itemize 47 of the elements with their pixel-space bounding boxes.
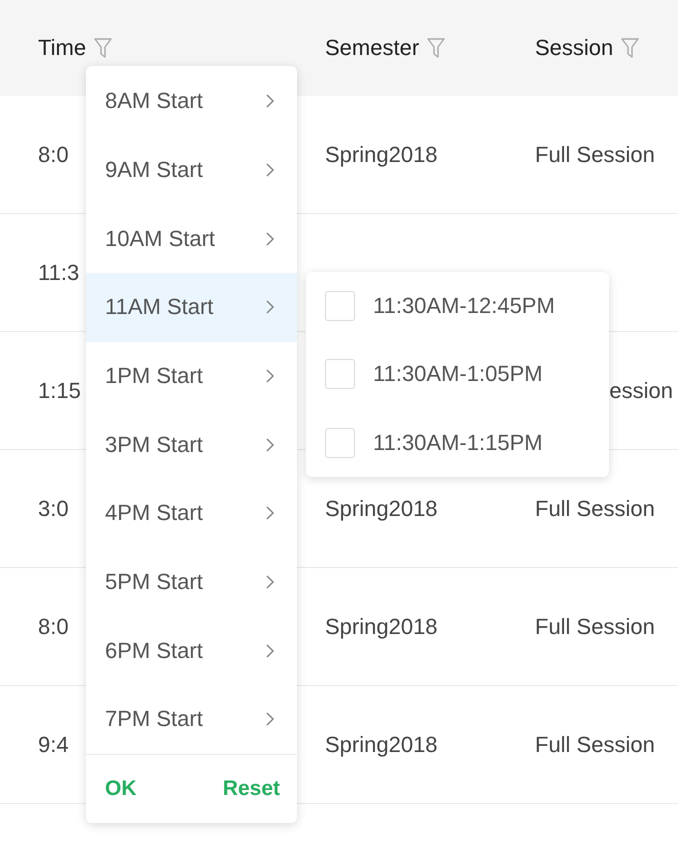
menu-item[interactable]: 7PM Start — [86, 684, 297, 754]
table-cell: Spring2018 — [325, 732, 438, 758]
table-cell: 3:0 — [38, 496, 69, 522]
table-cell: 1:15 — [38, 378, 81, 404]
column-heading: Semester — [325, 35, 420, 61]
table-cell: ession — [609, 378, 673, 404]
filter-icon[interactable] — [94, 37, 112, 59]
table-cell: Spring2018 — [325, 496, 438, 522]
option-label: 11:30AM-1:05PM — [373, 361, 543, 388]
menu-item[interactable]: 11AM Start — [86, 272, 297, 342]
table-cell: Full Session — [535, 614, 655, 640]
table-cell: 11:3 — [38, 260, 80, 286]
checkbox[interactable] — [325, 359, 355, 390]
table-cell: 8:0 — [38, 142, 69, 168]
filter-icon[interactable] — [427, 37, 446, 59]
option-label: 11:30AM-1:15PM — [373, 430, 543, 456]
menu-item[interactable]: 4PM Start — [86, 478, 297, 548]
chevron-icon — [265, 711, 275, 728]
menu-item[interactable]: 8AM Start — [86, 67, 297, 136]
filter-icon[interactable] — [621, 37, 640, 59]
chevron-icon — [265, 230, 275, 247]
menu-item[interactable]: 3PM Start — [86, 410, 297, 479]
menu-item[interactable]: 9AM Start — [86, 136, 297, 204]
table-cell: Spring2018 — [325, 614, 438, 640]
menu-item[interactable]: 1PM Start — [86, 342, 297, 410]
column-heading: Time — [38, 35, 86, 61]
table-cell: Full Session — [535, 496, 655, 522]
chevron-icon — [265, 162, 275, 178]
table-cell: 8:0 — [38, 614, 69, 640]
chevron-icon — [265, 436, 275, 453]
table-cell: 9:4 — [38, 732, 69, 758]
table-cell: Full Session — [535, 732, 655, 758]
chevron-icon — [265, 574, 275, 590]
chevron-icon — [265, 505, 275, 522]
table-cell: Spring2018 — [325, 142, 438, 168]
chevron-icon — [265, 93, 275, 110]
table-cell: Full Session — [535, 142, 655, 168]
menu-item[interactable]: 5PM Start — [86, 548, 297, 616]
checkbox[interactable] — [325, 428, 355, 458]
menu-item[interactable]: 6PM Start — [86, 616, 297, 685]
option-label: 11:30AM-12:45PM — [373, 293, 555, 320]
chevron-icon — [265, 368, 275, 384]
checkbox[interactable] — [325, 291, 355, 322]
menu-item[interactable]: 10AM Start — [86, 204, 297, 273]
chevron-icon — [265, 299, 275, 316]
chevron-icon — [265, 642, 275, 659]
column-heading: Session — [535, 35, 614, 61]
